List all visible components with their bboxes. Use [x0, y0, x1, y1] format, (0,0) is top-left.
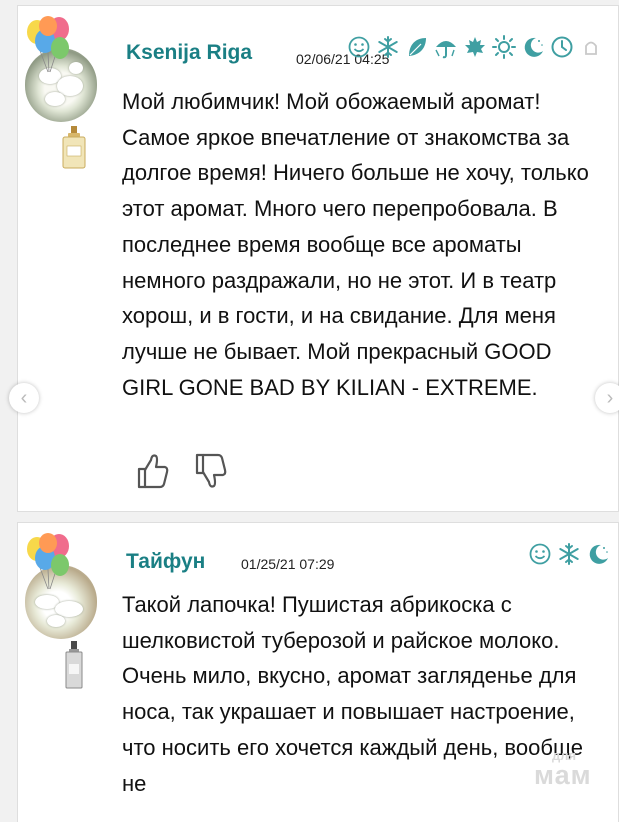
review-text: Такой лапочка! Пушистая абрикоска с шелк… — [122, 592, 584, 796]
maple-leaf-icon — [465, 37, 485, 57]
review-username[interactable]: Ksenija Riga — [126, 41, 252, 65]
chevron-right-icon: › — [606, 387, 614, 409]
carousel-prev-button[interactable]: ‹ — [9, 383, 39, 413]
balloons-icon — [26, 15, 70, 73]
moon-icon — [589, 544, 608, 564]
leaf-icon — [409, 38, 426, 56]
review-card: Тайфун 01/25/21 07:29 Такой лапочка! Пуш… — [17, 522, 619, 822]
review-username[interactable]: Тайфун — [126, 550, 205, 574]
umbrella-icon — [435, 41, 456, 59]
carousel-next-button[interactable]: › — [595, 383, 619, 413]
moon-icon — [524, 37, 543, 57]
chevron-left-icon: ‹ — [20, 387, 28, 409]
smile-icon — [529, 543, 551, 565]
user-avatar[interactable] — [23, 531, 98, 693]
snowflake-icon — [559, 543, 579, 565]
season-icons — [527, 541, 611, 567]
sun-icon — [492, 35, 516, 59]
watermark-logo: для мам — [534, 748, 614, 792]
review-date: 01/25/21 07:29 — [241, 556, 335, 572]
review-text: Мой любимчик! Мой обожаемый аромат! Само… — [122, 89, 589, 400]
thumbs-down-icon[interactable] — [193, 451, 229, 491]
watermark-big: мам — [534, 760, 592, 790]
review-card: Ksenija Riga 02/06/21 04:25 Мой любимчик… — [17, 5, 619, 512]
perfume-bottle-icon — [52, 122, 96, 176]
balloons-icon — [26, 532, 70, 590]
extra-icon — [585, 41, 597, 55]
clock-icon — [551, 36, 573, 58]
perfume-bottle-icon — [52, 639, 96, 693]
user-avatar[interactable] — [23, 14, 98, 176]
thumbs-up-icon[interactable] — [135, 451, 171, 491]
season-icons — [346, 34, 604, 60]
snowflake-icon — [378, 36, 398, 58]
smile-icon — [348, 36, 370, 58]
